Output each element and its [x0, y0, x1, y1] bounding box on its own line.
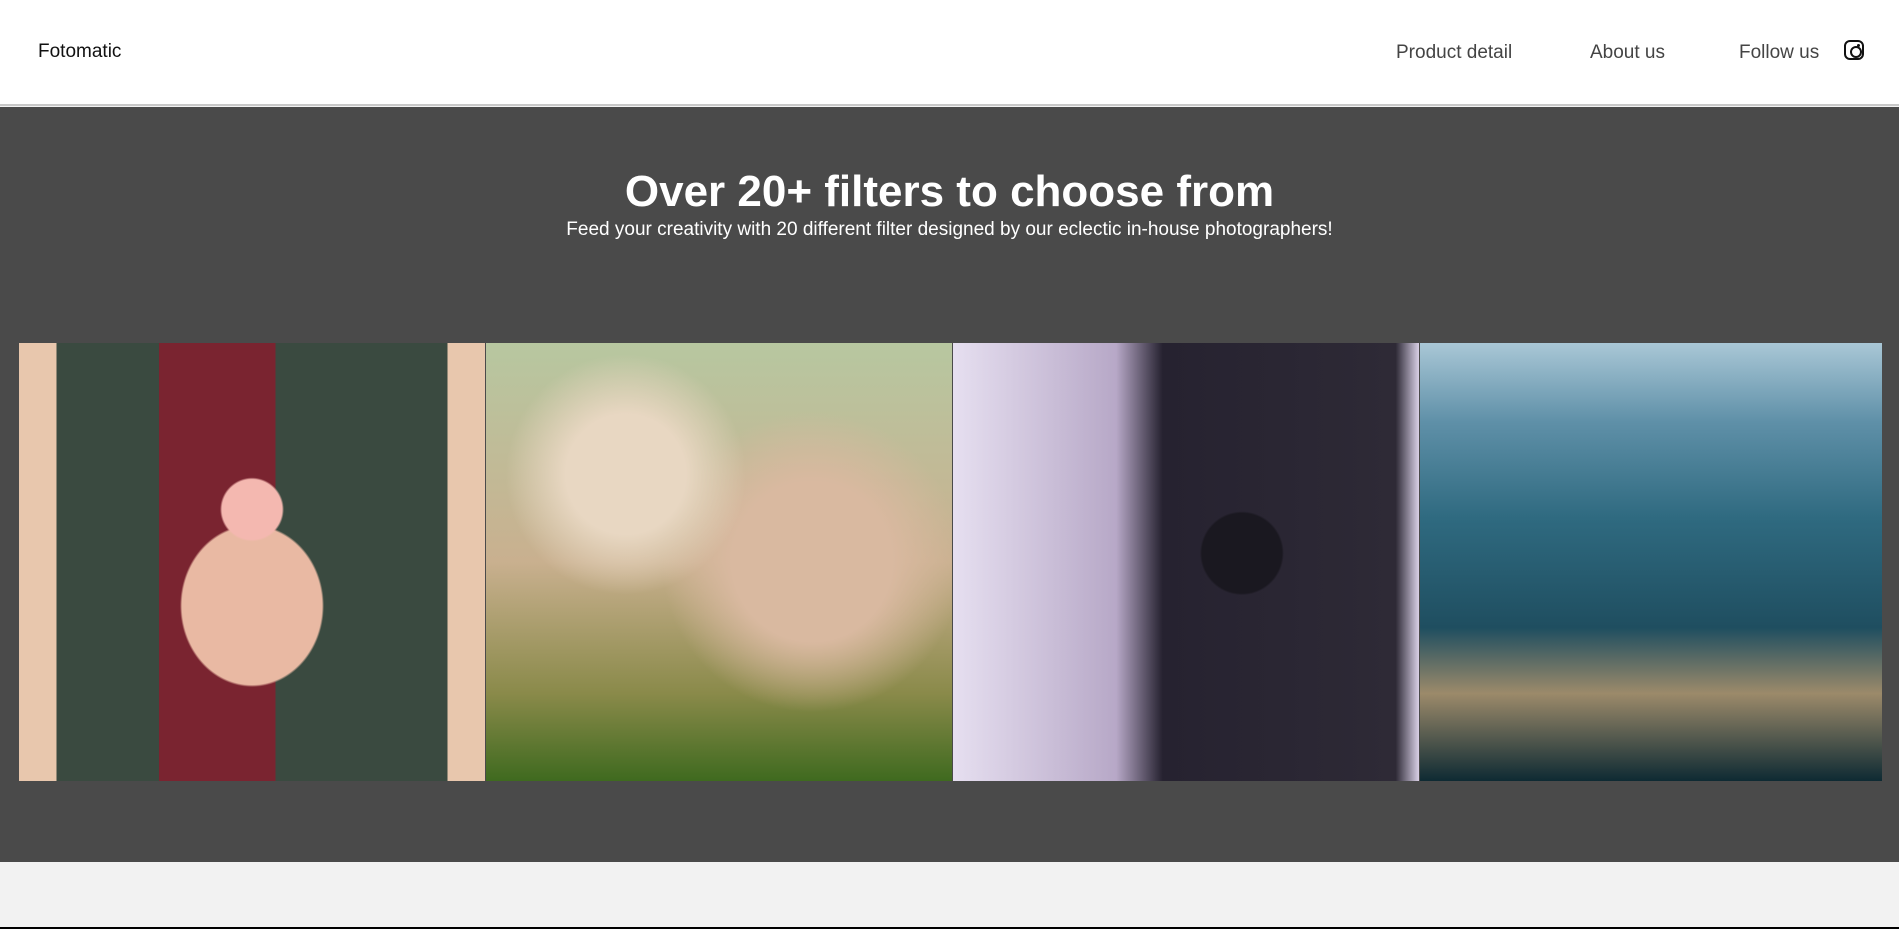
- filters-section: Over 20+ filters to choose from Feed you…: [0, 107, 1899, 862]
- mountain-valley-photo: [1420, 343, 1882, 781]
- flower-photo: [19, 343, 485, 781]
- section-title: Over 20+ filters to choose from: [624, 167, 1275, 216]
- blossom-tree-photo: [486, 343, 952, 781]
- instagram-icon[interactable]: [1844, 40, 1864, 60]
- site-header: Fotomatic Product detail About us Follow…: [0, 0, 1899, 106]
- brand-logo[interactable]: Fotomatic: [38, 41, 121, 63]
- nav-product-detail[interactable]: Product detail: [1396, 42, 1512, 64]
- nav-about-us[interactable]: About us: [1590, 42, 1665, 64]
- camera-photographer-photo: [953, 343, 1419, 781]
- nav-follow-us[interactable]: Follow us: [1739, 42, 1819, 64]
- section-subtitle: Feed your creativity with 20 different f…: [566, 219, 1333, 240]
